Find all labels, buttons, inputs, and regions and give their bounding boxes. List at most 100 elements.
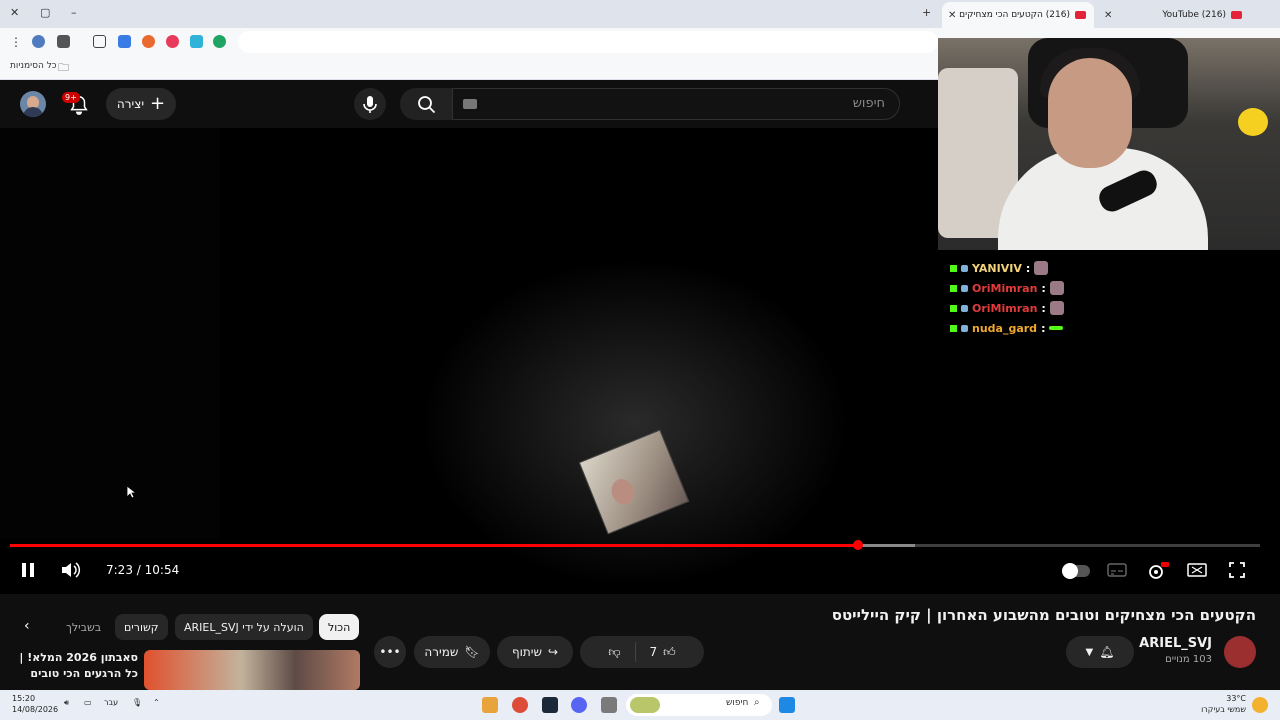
minimize-window-icon[interactable]: – <box>71 6 77 19</box>
extension-icon[interactable] <box>142 35 155 48</box>
chevron-up-icon[interactable]: ⌃ <box>153 698 160 707</box>
avatar[interactable] <box>20 91 46 117</box>
chrome-icon[interactable] <box>512 697 528 713</box>
theater-mode-button[interactable] <box>1187 562 1207 578</box>
subscribed-button[interactable]: 🔔︎ ▼ <box>1066 636 1134 668</box>
like-dislike-group: 👍︎ 7 👎︎ <box>580 636 704 668</box>
volume-button[interactable] <box>60 562 82 578</box>
theater-icon <box>1187 563 1207 577</box>
profile-icon[interactable] <box>32 35 45 48</box>
chip-related[interactable]: קשורים <box>115 614 168 640</box>
pause-button[interactable] <box>19 562 37 578</box>
speaker-icon[interactable]: 🔊︎ <box>64 698 69 708</box>
chat-line: OriMimran : <box>950 298 1250 318</box>
plus-icon: + <box>150 93 166 114</box>
extension-icon[interactable] <box>118 35 131 48</box>
clock-date: 14/08/2026 <box>12 705 59 714</box>
extension-icon[interactable] <box>166 35 179 48</box>
discord-icon[interactable] <box>571 697 587 713</box>
search-highlight-image <box>630 697 660 713</box>
keyboard-icon[interactable] <box>463 99 477 109</box>
badge-icon <box>950 284 957 292</box>
voice-search-button[interactable] <box>354 88 386 120</box>
captions-icon <box>1107 563 1127 577</box>
weather-widget[interactable]: 33°C שמשי בעיקרו <box>1196 693 1246 715</box>
more-actions-button[interactable]: ••• <box>374 636 406 668</box>
taskbar-search[interactable]: חיפוש ⌕ <box>626 694 772 716</box>
settings-button[interactable] <box>1147 562 1169 579</box>
streamer-webcam-image <box>938 38 1280 250</box>
new-tab-icon[interactable]: + <box>922 6 931 19</box>
windows-start-icon[interactable] <box>779 697 795 713</box>
thumbs-up-icon: 👍︎ <box>663 644 676 659</box>
taskbar-search-placeholder: חיפוש <box>726 698 749 708</box>
emote-icon <box>1049 281 1064 295</box>
chip-for-you[interactable]: בשבילך <box>57 614 110 640</box>
search-input[interactable]: חיפוש <box>452 88 900 120</box>
current-time: 7:23 <box>106 563 133 577</box>
bell-icon: 🔔︎ <box>1099 645 1115 659</box>
badge-icon <box>950 264 957 272</box>
like-button[interactable]: 👍︎ 7 <box>650 645 676 660</box>
microphone-icon <box>363 96 377 113</box>
language-indicator[interactable]: עבר <box>104 698 118 707</box>
tab-title: (216) הקטעים הכי מצחיקים <box>959 10 1070 20</box>
gear-icon <box>1149 562 1169 579</box>
recommendation-title[interactable]: סאבתון 2026 המלא! | כל הרגעים הכי טובים <box>16 650 138 682</box>
media-icon[interactable] <box>57 35 70 48</box>
chat-username: OriMimran <box>972 281 1038 295</box>
network-icon[interactable]: ▭ <box>84 698 92 707</box>
weather-sun-icon <box>1252 697 1268 713</box>
video-title: הקטעים הכי מצחיקים וטובים מהשבוע האחרון … <box>831 606 1256 624</box>
search-placeholder: חיפוש <box>852 96 885 111</box>
tab-youtube[interactable]: (216) YouTube ✕ <box>1098 2 1250 28</box>
address-bar[interactable] <box>238 31 938 53</box>
emote-icon <box>1034 261 1049 275</box>
close-tab-icon[interactable]: ✕ <box>1104 10 1112 21</box>
captions-button[interactable] <box>1107 562 1127 578</box>
app-icon[interactable] <box>482 697 498 713</box>
chat-separator: : <box>1041 321 1046 335</box>
extensions-icon[interactable] <box>93 35 106 48</box>
chip-uploaded-by[interactable]: הועלה על ידי ARIEL_SVJ <box>175 614 313 640</box>
emote-icon <box>1049 326 1064 330</box>
steam-icon[interactable] <box>542 697 558 713</box>
extension-icon[interactable] <box>190 35 203 48</box>
file-explorer-icon[interactable] <box>601 697 617 713</box>
restore-window-icon[interactable]: ▢ <box>40 6 50 19</box>
all-bookmarks-link[interactable]: כל הסימניות <box>10 61 57 71</box>
share-button[interactable]: ↪ שיתוף <box>497 636 573 668</box>
bookmark-icon: 🔖︎ <box>464 645 480 659</box>
close-tab-icon[interactable]: ✕ <box>948 10 956 21</box>
menu-icon[interactable]: ⋮ <box>10 35 22 49</box>
weather-temp: 33°C <box>1226 694 1246 703</box>
autoplay-toggle[interactable] <box>1062 562 1090 579</box>
extension-icon[interactable] <box>213 35 226 48</box>
close-window-icon[interactable]: ✕ <box>10 6 19 19</box>
stream-chat-overlay: YANIVIV : OriMimran : OriMimran : nuda_g… <box>950 258 1250 338</box>
tab-video[interactable]: (216) הקטעים הכי מצחיקים ✕ <box>942 2 1094 28</box>
recommendation-thumbnail[interactable] <box>144 650 360 690</box>
chip-all[interactable]: הכול <box>319 614 360 640</box>
save-button[interactable]: 🔖︎ שמירה <box>414 636 490 668</box>
fullscreen-button[interactable] <box>1228 562 1246 578</box>
chat-username: nuda_gard <box>972 321 1038 335</box>
pause-icon <box>22 563 34 577</box>
microphone-icon[interactable]: 🎙︎ <box>132 698 142 707</box>
progress-scrubber[interactable] <box>852 540 863 550</box>
folder-icon: 🗀 <box>58 61 69 74</box>
create-label: יצירה <box>116 97 145 111</box>
create-button[interactable]: + יצירה <box>106 88 176 120</box>
video-info-section: הקטעים הכי מצחיקים וטובים מהשבוע האחרון … <box>0 594 1280 690</box>
clock[interactable]: 15:20 14/08/2026 <box>12 693 58 715</box>
dislike-button[interactable]: 👎︎ <box>608 645 620 660</box>
more-icon: ••• <box>379 645 401 659</box>
chevron-left-icon[interactable]: ‹ <box>24 618 30 634</box>
badge-icon <box>961 264 968 272</box>
search-button[interactable] <box>400 88 452 120</box>
badge-icon <box>950 324 957 332</box>
volume-icon <box>62 562 81 578</box>
total-time: 10:54 <box>144 563 180 577</box>
channel-name[interactable]: ARIEL_SVJ <box>1139 636 1212 651</box>
channel-avatar[interactable] <box>1224 636 1256 668</box>
